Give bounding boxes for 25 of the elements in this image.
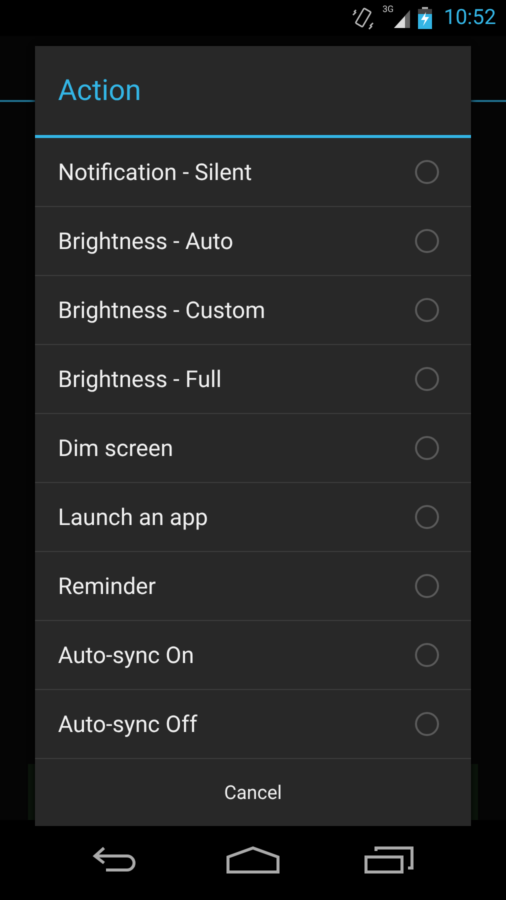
- radio-button[interactable]: [415, 298, 439, 322]
- network-type: 3G: [382, 6, 394, 15]
- option-item[interactable]: Notification - Silent: [35, 138, 471, 207]
- option-item[interactable]: Reminder: [35, 552, 471, 621]
- radio-button[interactable]: [415, 436, 439, 460]
- radio-button[interactable]: [415, 367, 439, 391]
- radio-button[interactable]: [415, 712, 439, 736]
- radio-button[interactable]: [415, 505, 439, 529]
- radio-button[interactable]: [415, 229, 439, 253]
- option-item[interactable]: Dim screen: [35, 414, 471, 483]
- option-item[interactable]: Auto-sync Off: [35, 690, 471, 759]
- vibrate-icon: [350, 6, 374, 30]
- radio-button[interactable]: [415, 160, 439, 184]
- signal-icon: [394, 8, 410, 28]
- option-item[interactable]: Launch an app: [35, 483, 471, 552]
- battery-charging-icon: [418, 7, 432, 29]
- option-item[interactable]: Brightness - Full: [35, 345, 471, 414]
- option-item[interactable]: Brightness - Auto: [35, 207, 471, 276]
- option-item[interactable]: Brightness - Custom: [35, 276, 471, 345]
- dialog-title: Action: [58, 74, 142, 108]
- radio-button[interactable]: [415, 643, 439, 667]
- radio-button[interactable]: [415, 574, 439, 598]
- clock-time: 10:52: [444, 6, 496, 30]
- cancel-button[interactable]: Cancel: [35, 759, 471, 826]
- option-item[interactable]: Auto-sync On: [35, 621, 471, 690]
